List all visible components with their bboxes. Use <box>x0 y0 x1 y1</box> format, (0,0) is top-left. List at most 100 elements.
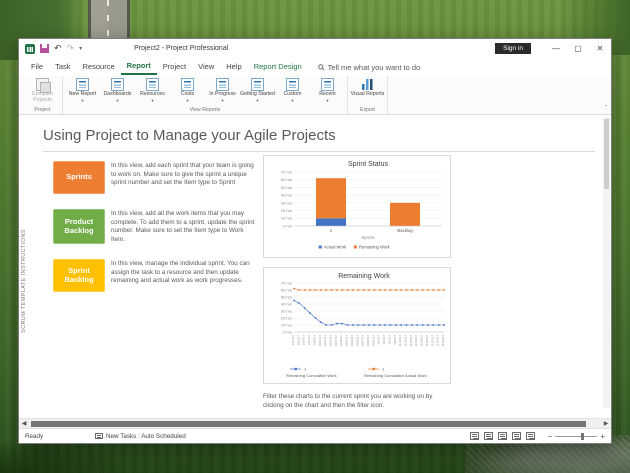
svg-text:10/29/17: 10/29/17 <box>366 335 370 347</box>
close-button[interactable]: ✕ <box>589 39 611 58</box>
ribbon-custom-button[interactable]: Custom▾ <box>275 77 310 103</box>
sprints-description: In this view, add each sprint that your … <box>111 161 259 194</box>
dropdown-caret-icon: ▾ <box>291 98 293 103</box>
svg-text:Actual Work: Actual Work <box>324 244 347 249</box>
tab-help[interactable]: Help <box>220 60 247 74</box>
svg-text:Remaining Work: Remaining Work <box>359 244 391 249</box>
svg-text:10/5/17: 10/5/17 <box>302 335 306 345</box>
zoom-track[interactable] <box>555 436 597 437</box>
status-bar: Ready New Tasks : Auto Scheduled − + <box>19 428 611 443</box>
ribbon-group-project: Compare ProjectsProject <box>23 76 63 114</box>
ribbon-group-export: Visual Reports Export <box>348 76 388 114</box>
save-icon[interactable] <box>40 44 49 53</box>
collapse-ribbon-icon[interactable]: ˇ <box>605 106 607 112</box>
tab-file[interactable]: File <box>25 60 49 74</box>
dashboards-icon <box>111 78 124 91</box>
svg-text:11/20/17: 11/20/17 <box>425 335 429 347</box>
dropdown-caret-icon: ▾ <box>151 98 153 103</box>
svg-text:70 hrs: 70 hrs <box>281 169 292 174</box>
svg-text:10/11/17: 10/11/17 <box>318 335 322 347</box>
svg-text:Remaining Cumulative Work: Remaining Cumulative Work <box>286 373 337 378</box>
redo-icon[interactable]: ↷ <box>67 44 75 53</box>
ribbon-in-progress-button[interactable]: In Progress▾ <box>205 77 240 103</box>
new-report-icon <box>76 78 89 91</box>
ribbon-dashboards-button[interactable]: Dashboards▾ <box>100 77 135 103</box>
horizontal-scrollbar-track[interactable] <box>29 421 601 427</box>
zoom-slider[interactable]: − + <box>548 432 605 441</box>
dropdown-caret-icon: ▾ <box>81 98 83 103</box>
tab-report[interactable]: Report <box>121 59 157 75</box>
ribbon-group-label: Export <box>350 106 385 114</box>
ribbon-button-label: Compare Projects <box>25 92 60 104</box>
section-sprint-backlog: Sprint BacklogIn this view, manage the i… <box>53 259 259 292</box>
undo-icon[interactable]: ↶ <box>54 44 62 53</box>
horizontal-scrollbar[interactable]: ◀ ▶ <box>19 418 611 428</box>
ribbon-resources-button[interactable]: Resources▾ <box>135 77 170 103</box>
svg-text:10/19/17: 10/19/17 <box>339 335 343 347</box>
zoom-out-icon[interactable]: − <box>548 432 553 441</box>
ribbon-new-report-button[interactable]: New Report▾ <box>65 77 100 103</box>
svg-text:10/17/17: 10/17/17 <box>334 335 338 347</box>
filter-note: Filter these charts to the current sprin… <box>263 393 451 410</box>
section-product-backlog: Product BacklogIn this view, add all the… <box>53 209 259 244</box>
sprint-status-chart-box[interactable]: Sprint Status0 hrs10 hrs20 hrs30 hrs40 h… <box>263 155 451 258</box>
remaining-work-chart-box[interactable]: Remaining Work0 hrs10 hrs20 hrs30 hrs40 … <box>263 267 451 384</box>
sign-in-button[interactable]: Sign in <box>495 43 531 54</box>
custom-icon <box>286 78 299 91</box>
minimize-button[interactable]: — <box>545 39 567 58</box>
svg-text:60 hrs: 60 hrs <box>281 287 292 292</box>
scroll-right-arrow[interactable]: ▶ <box>601 419 611 429</box>
svg-text:10/27/17: 10/27/17 <box>361 335 365 347</box>
vertical-scrollbar-thumb[interactable] <box>604 119 609 189</box>
customize-quick-access-icon[interactable]: ▾ <box>79 45 82 52</box>
dropdown-caret-icon: ▾ <box>221 98 223 103</box>
view-resource-sheet-icon[interactable] <box>512 432 521 440</box>
svg-text:10/1/17: 10/1/17 <box>291 335 295 345</box>
tab-resource[interactable]: Resource <box>77 60 121 74</box>
tab-report-design[interactable]: Report Design <box>248 60 308 74</box>
view-team-planner-icon[interactable] <box>498 432 507 440</box>
visual-reports-icon <box>361 78 374 91</box>
ribbon-getting-started-button[interactable]: Getting Started▾ <box>240 77 275 103</box>
ribbon-costs-button[interactable]: Costs▾ <box>170 77 205 103</box>
svg-text:30 hrs: 30 hrs <box>281 200 292 205</box>
tab-view[interactable]: View <box>192 60 220 74</box>
tell-me-box[interactable]: Tell me what you want to do <box>318 63 421 72</box>
project-window: ↶ ↷ ▾ Project2 - Project Professional Si… <box>18 38 612 444</box>
ribbon-recent-button[interactable]: Recent▾ <box>310 77 345 103</box>
svg-text:11/2/17: 11/2/17 <box>377 335 381 345</box>
svg-text:0 hrs: 0 hrs <box>283 223 292 228</box>
svg-text:10/25/17: 10/25/17 <box>355 335 359 347</box>
sprint-backlog-badge[interactable]: Sprint Backlog <box>53 259 105 292</box>
svg-text:11/8/17: 11/8/17 <box>393 335 397 345</box>
product-backlog-badge[interactable]: Product Backlog <box>53 209 105 244</box>
tab-project[interactable]: Project <box>157 60 192 74</box>
ribbon-visual-reports-button[interactable]: Visual Reports <box>350 77 385 98</box>
project-app-icon[interactable] <box>25 44 35 54</box>
view-task-usage-icon[interactable] <box>484 432 493 440</box>
view-report-icon[interactable] <box>526 432 535 440</box>
svg-text:10/15/17: 10/15/17 <box>329 335 333 347</box>
view-gantt-icon[interactable] <box>470 432 479 440</box>
ribbon-compare-projects-button[interactable]: Compare Projects <box>25 77 60 104</box>
svg-text:40 hrs: 40 hrs <box>281 193 292 198</box>
scroll-left-arrow[interactable]: ◀ <box>19 419 29 429</box>
zoom-thumb[interactable] <box>581 433 584 440</box>
svg-text:Backlog: Backlog <box>397 228 413 233</box>
ready-status: Ready <box>25 433 95 440</box>
svg-text:0 hrs: 0 hrs <box>283 329 292 334</box>
tell-me-label: Tell me what you want to do <box>328 63 421 72</box>
dropdown-caret-icon: ▾ <box>116 98 118 103</box>
horizontal-scrollbar-thumb[interactable] <box>31 421 586 427</box>
new-tasks-label: New Tasks : Auto Scheduled <box>106 433 186 440</box>
status-bar-right: − + <box>470 432 605 441</box>
sprints-badge[interactable]: Sprints <box>53 161 105 194</box>
compare-projects-icon <box>36 78 49 91</box>
getting-started-icon <box>251 78 264 91</box>
svg-text:10 hrs: 10 hrs <box>281 216 292 221</box>
new-tasks-status[interactable]: New Tasks : Auto Scheduled <box>95 433 186 440</box>
zoom-in-icon[interactable]: + <box>600 432 605 441</box>
maximize-button[interactable]: ▢ <box>567 39 589 58</box>
vertical-scrollbar[interactable] <box>603 117 610 408</box>
tab-task[interactable]: Task <box>49 60 76 74</box>
